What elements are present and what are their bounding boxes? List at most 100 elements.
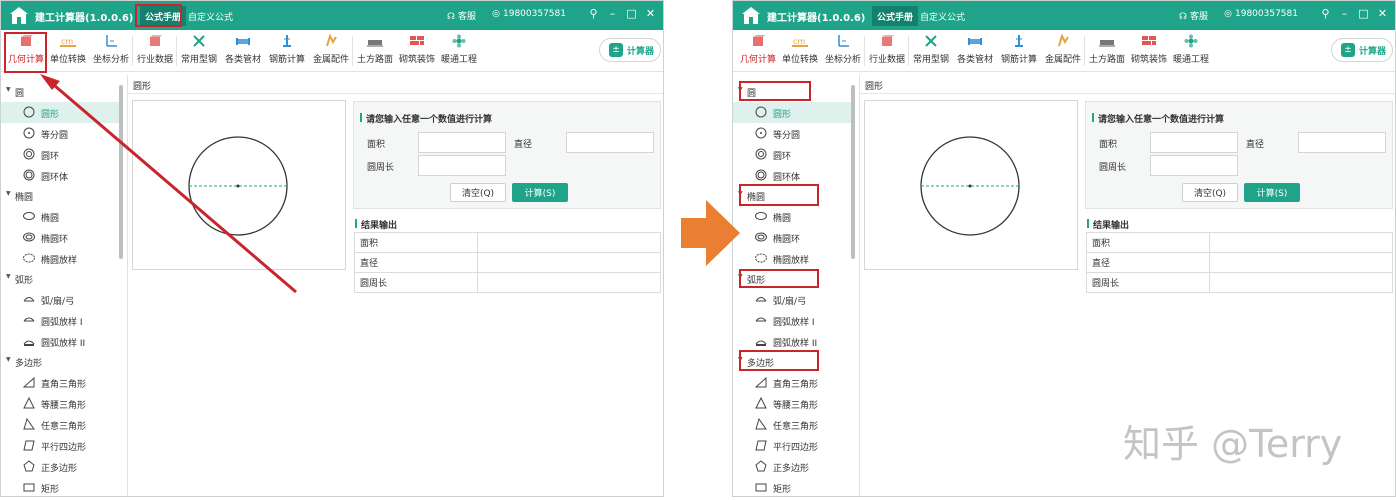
toolbar-item[interactable]: 金属配件 bbox=[1041, 33, 1085, 68]
sidebar-item[interactable]: 等腰三角形 bbox=[733, 393, 851, 414]
clear-button[interactable]: 清空(Q) bbox=[1182, 183, 1238, 202]
toolbar-item[interactable]: 砌筑装饰 bbox=[395, 34, 439, 68]
toolbar-item[interactable]: 行业数据 bbox=[133, 34, 177, 68]
sidebar-item[interactable]: 直角三角形 bbox=[733, 372, 851, 393]
svg-text:cm: cm bbox=[61, 37, 73, 46]
toolbar-item[interactable]: 暖通工程 bbox=[437, 34, 481, 68]
diameter-input[interactable] bbox=[566, 132, 654, 153]
sidebar-scrollbar[interactable] bbox=[851, 85, 855, 259]
sidebar-item[interactable]: 直角三角形 bbox=[1, 372, 119, 393]
sidebar-item[interactable]: 正多边形 bbox=[1, 456, 119, 477]
account-phone[interactable]: ◎ 19800357581 bbox=[491, 9, 566, 19]
sidebar-group[interactable]: ▼ 多边形 bbox=[1, 352, 119, 372]
calculate-button[interactable]: 计算(S) bbox=[1244, 183, 1300, 202]
sidebar-item[interactable]: 弧/扇/弓 bbox=[1, 289, 119, 310]
pipe-icon bbox=[953, 34, 997, 52]
title-bar: 建工计算器(1.0.0.6) 公式手册 自定义公式 ☊ 客服 ◎ 198003575… bbox=[1, 1, 663, 30]
sidebar-item[interactable]: 圆弧放样 II bbox=[733, 331, 851, 352]
toolbar-item-label: 行业数据 bbox=[868, 55, 905, 65]
calculator-button[interactable]: ± 计算器 bbox=[1331, 38, 1393, 62]
toolbar-item[interactable]: 坐标分析 bbox=[89, 34, 133, 68]
toolbar-item[interactable]: 暖通工程 bbox=[1169, 34, 1213, 68]
sidebar-item-label: 直角三角形 bbox=[41, 380, 87, 390]
sidebar-item[interactable]: 圆环 bbox=[733, 144, 851, 165]
sidebar-item[interactable]: 任意三角形 bbox=[733, 414, 851, 435]
sidebar-item[interactable]: 圆环 bbox=[1, 144, 119, 165]
sidebar-item[interactable]: 圆弧放样 II bbox=[1, 331, 119, 352]
cube-icon bbox=[4, 34, 48, 52]
toolbar-item[interactable]: 行业数据 bbox=[865, 34, 909, 68]
sidebar-scrollbar[interactable] bbox=[119, 85, 123, 259]
sidebar-item[interactable]: 椭圆 bbox=[1, 206, 119, 227]
toolbar-item[interactable]: 土方路面 bbox=[1085, 34, 1129, 68]
area-input[interactable] bbox=[418, 132, 506, 153]
toolbar-item[interactable]: 常用型钢 bbox=[177, 34, 221, 68]
pin-icon[interactable]: ⚲ bbox=[1319, 7, 1332, 20]
sidebar-item[interactable]: 椭圆放样 bbox=[733, 248, 851, 269]
circumference-input[interactable] bbox=[1150, 155, 1238, 176]
sidebar-group[interactable]: ▼ 椭圆 bbox=[1, 186, 119, 206]
toolbar-item[interactable]: 坐标分析 bbox=[821, 34, 865, 68]
sidebar-group[interactable]: ▼ 弧形 bbox=[733, 269, 851, 289]
toolbar-item[interactable]: 金属配件 bbox=[309, 33, 353, 68]
toolbar-item[interactable]: 几何计算 bbox=[4, 34, 48, 68]
sidebar-group[interactable]: ▼ 椭圆 bbox=[733, 186, 851, 206]
sidebar-item[interactable]: 矩形 bbox=[733, 477, 851, 496]
sidebar-item[interactable]: 矩形 bbox=[1, 477, 119, 496]
maximize-icon[interactable]: □ bbox=[625, 7, 638, 20]
pipe-icon bbox=[221, 34, 265, 52]
calculator-button[interactable]: ± 计算器 bbox=[599, 38, 661, 62]
sidebar-item[interactable]: 圆环体 bbox=[1, 165, 119, 186]
clear-button[interactable]: 清空(Q) bbox=[450, 183, 506, 202]
tab-custom-formula[interactable]: 自定义公式 bbox=[915, 6, 970, 26]
sidebar-item[interactable]: 任意三角形 bbox=[1, 414, 119, 435]
calculate-button[interactable]: 计算(S) bbox=[512, 183, 568, 202]
area-input[interactable] bbox=[1150, 132, 1238, 153]
sidebar-item[interactable]: 平行四边形 bbox=[1, 435, 119, 456]
sidebar-item[interactable]: 等分圆 bbox=[1, 123, 119, 144]
sidebar-item[interactable]: 正多边形 bbox=[733, 456, 851, 477]
maximize-icon[interactable]: □ bbox=[1357, 7, 1370, 20]
toolbar-item[interactable]: 各类管材 bbox=[953, 34, 997, 68]
circumference-input[interactable] bbox=[418, 155, 506, 176]
sidebar-item[interactable]: 弧/扇/弓 bbox=[733, 289, 851, 310]
tab-formula-manual[interactable]: 公式手册 bbox=[140, 6, 187, 26]
toolbar-item[interactable]: cm 单位转换 bbox=[46, 34, 90, 68]
toolbar-item[interactable]: cm 单位转换 bbox=[778, 34, 822, 68]
toolbar-item[interactable]: 各类管材 bbox=[221, 34, 265, 68]
customer-service-link[interactable]: ☊ 客服 bbox=[1178, 9, 1208, 22]
minimize-icon[interactable]: – bbox=[1338, 7, 1351, 20]
sidebar-item[interactable]: 椭圆放样 bbox=[1, 248, 119, 269]
account-phone[interactable]: ◎ 19800357581 bbox=[1223, 9, 1298, 19]
sidebar-item[interactable]: 椭圆 bbox=[733, 206, 851, 227]
close-icon[interactable]: ✕ bbox=[644, 7, 657, 20]
sidebar-group[interactable]: ▼ 多边形 bbox=[733, 352, 851, 372]
sidebar-item[interactable]: 圆形 bbox=[1, 102, 119, 123]
toolbar-item[interactable]: 钢筋计算 bbox=[997, 34, 1041, 68]
sidebar-group[interactable]: ▼ 弧形 bbox=[1, 269, 119, 289]
sidebar-item[interactable]: 圆弧放样 I bbox=[733, 310, 851, 331]
customer-service-link[interactable]: ☊ 客服 bbox=[446, 9, 476, 22]
sidebar-item[interactable]: 椭圆环 bbox=[733, 227, 851, 248]
toolbar-item[interactable]: 砌筑装饰 bbox=[1127, 34, 1171, 68]
toolbar-item[interactable]: 几何计算 bbox=[736, 34, 780, 68]
sidebar-item[interactable]: 椭圆环 bbox=[1, 227, 119, 248]
close-icon[interactable]: ✕ bbox=[1376, 7, 1389, 20]
sidebar-group[interactable]: ▼ 圆 bbox=[733, 82, 851, 102]
sidebar-item[interactable]: 等分圆 bbox=[733, 123, 851, 144]
diameter-input[interactable] bbox=[1298, 132, 1386, 153]
sidebar-item[interactable]: 平行四边形 bbox=[733, 435, 851, 456]
tab-formula-manual[interactable]: 公式手册 bbox=[872, 6, 919, 26]
minimize-icon[interactable]: – bbox=[606, 7, 619, 20]
sidebar-group[interactable]: ▼ 圆 bbox=[1, 82, 119, 102]
toolbar-item[interactable]: 常用型钢 bbox=[909, 34, 953, 68]
toolbar-item[interactable]: 土方路面 bbox=[353, 34, 397, 68]
tab-custom-formula[interactable]: 自定义公式 bbox=[183, 6, 238, 26]
sidebar-item[interactable]: 圆环体 bbox=[733, 165, 851, 186]
toolbar-item[interactable]: 钢筋计算 bbox=[265, 34, 309, 68]
sidebar-item[interactable]: 圆弧放样 I bbox=[1, 310, 119, 331]
sidebar-item[interactable]: 等腰三角形 bbox=[1, 393, 119, 414]
pentagon-icon bbox=[755, 460, 767, 472]
sidebar-item[interactable]: 圆形 bbox=[733, 102, 851, 123]
pin-icon[interactable]: ⚲ bbox=[587, 7, 600, 20]
